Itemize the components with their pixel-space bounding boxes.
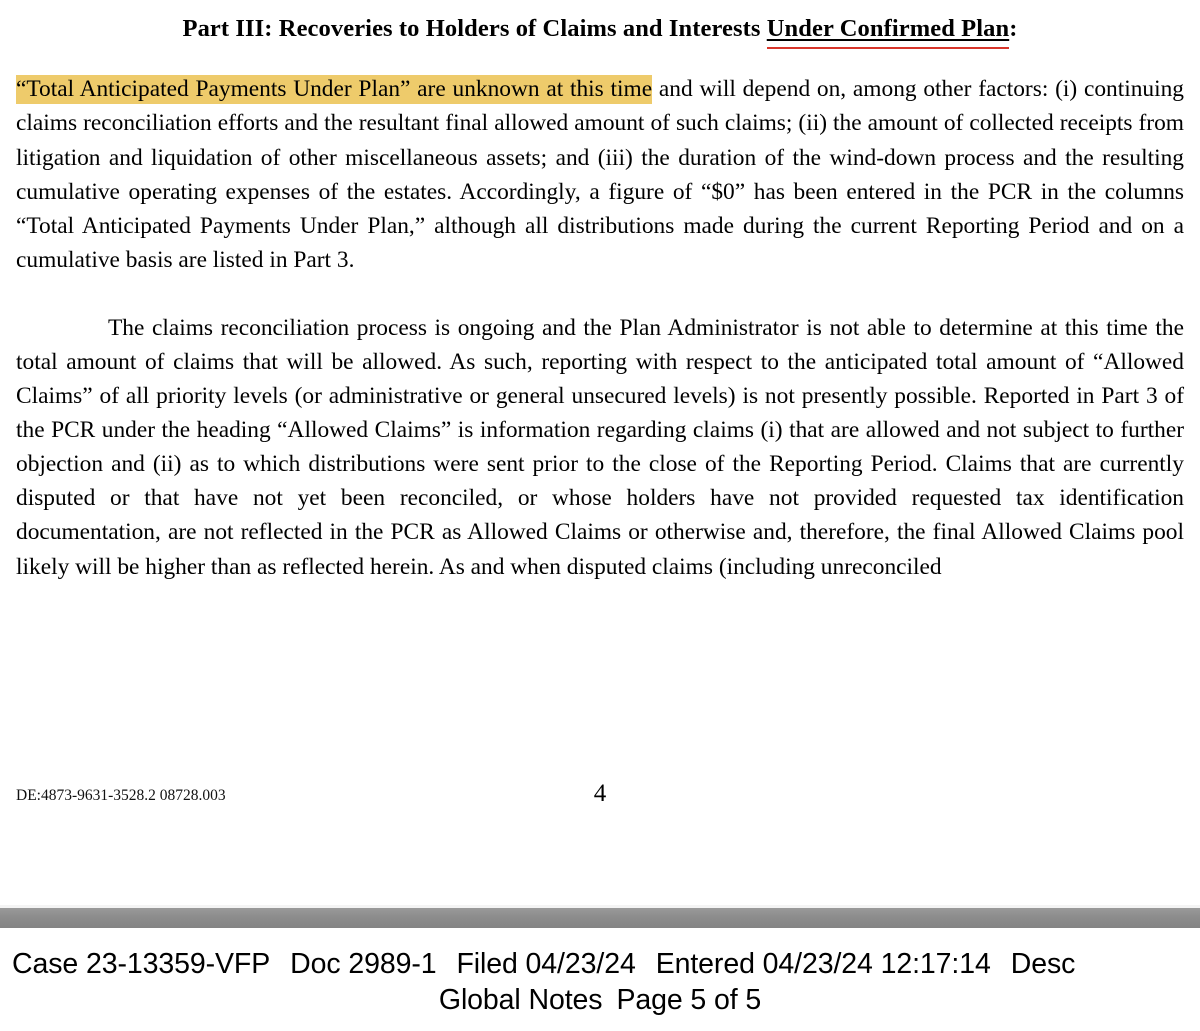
ecf-entered-timestamp: Entered 04/23/24 12:17:14 [655,948,991,980]
paragraph-anticipated-payments: “Total Anticipated Payments Under Plan” … [16,72,1184,277]
ecf-stamp-line-primary: Case 23-13359-VFP Doc 2989-1 Filed 04/23/2… [12,946,1200,982]
ecf-stamp-banner: Case 23-13359-VFP Doc 2989-1 Filed 04/23/2… [0,930,1200,1031]
ecf-case-number: Case 23-13359-VFP [12,948,271,980]
ecf-attachment-title: Global Notes [438,984,603,1016]
page-title-trail: : [1009,15,1018,42]
document-page: Part III: Recoveries to Holders of Claim… [0,0,1200,900]
document-page-number: 4 [593,780,607,807]
page-title-underlined-text: Under Confirmed Plan [766,15,1010,42]
paragraph-claims-reconciliation: The claims reconciliation process is ong… [16,314,1184,580]
ecf-description-truncated: Desc [1010,948,1076,980]
page-title: Part III: Recoveries to Holders of Claim… [16,0,1184,44]
page-separator [0,900,1200,930]
ecf-filed-date: Filed 04/23/24 [456,948,636,980]
paragraph-1-rest: and will depend on, among other factors:… [16,76,1184,273]
page-title-lead: Part III: Recoveries to Holders of Claim… [182,15,767,42]
ecf-stamp-line-secondary: Global Notes Page 5 of 5 [0,982,1200,1018]
highlighted-text: “Total Anticipated Payments Under Plan” … [16,75,653,105]
ecf-page-of: Page 5 of 5 [616,984,762,1016]
separator-bar [0,908,1200,928]
document-footer: DE:4873-9631-3528.2 08728.003 4 [16,780,1184,815]
ecf-doc-number: Doc 2989-1 [290,948,437,980]
page-title-underlined-segment: Under Confirmed Plan [767,15,1009,42]
